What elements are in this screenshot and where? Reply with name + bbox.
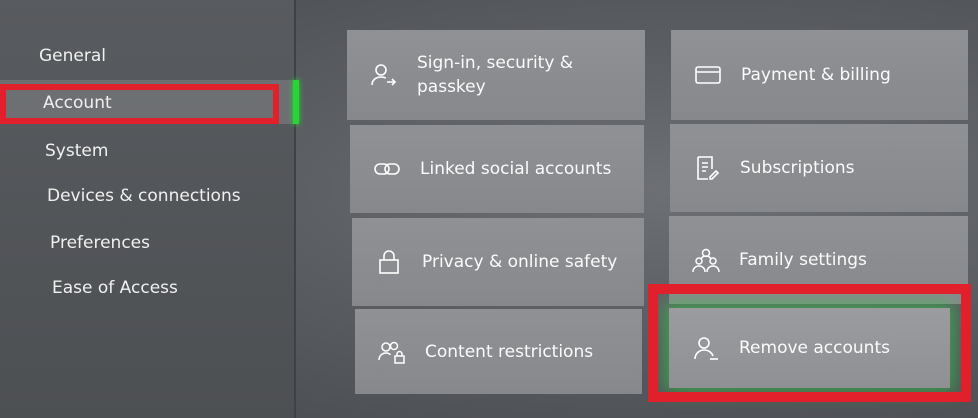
family-icon: [691, 245, 721, 275]
tile-label: Sign-in, security & passkey: [417, 53, 574, 97]
tile-label: Content restrictions: [425, 341, 594, 362]
nav-item-account[interactable]: Account: [43, 93, 112, 113]
people-lock-icon: [377, 337, 407, 367]
tile-privacy-online-safety[interactable]: Privacy & online safety: [352, 218, 644, 306]
lock-icon: [374, 247, 404, 277]
tile-label: Family settings: [739, 250, 867, 270]
focus-indicator: [293, 80, 299, 124]
tile-label: Payment & billing: [741, 65, 891, 85]
link-icon: [372, 154, 402, 184]
tile-content-restrictions[interactable]: Content restrictions: [355, 309, 642, 394]
card-icon: [693, 60, 723, 90]
tile-subscriptions[interactable]: Subscriptions: [670, 124, 968, 212]
person-arrow-icon: [369, 60, 399, 90]
tile-label: Privacy & online safety: [422, 252, 618, 272]
settings-sidebar: General Account System Devices & connect…: [0, 0, 298, 418]
tile-label: Subscriptions: [740, 158, 855, 178]
tile-payment-billing[interactable]: Payment & billing: [671, 30, 968, 120]
nav-item-ease-of-access[interactable]: Ease of Access: [52, 278, 178, 298]
tile-sign-in-security[interactable]: Sign-in, security & passkey: [347, 30, 645, 120]
tile-label: Linked social accounts: [420, 159, 612, 179]
person-minus-icon: [691, 333, 721, 363]
nav-item-devices-connections[interactable]: Devices & connections: [47, 186, 241, 206]
nav-item-system[interactable]: System: [45, 141, 108, 161]
nav-item-general[interactable]: General: [39, 46, 106, 66]
sidebar-divider: [294, 0, 296, 418]
tile-linked-social-accounts[interactable]: Linked social accounts: [350, 125, 644, 213]
tile-label: Remove accounts: [739, 338, 890, 358]
tile-remove-accounts[interactable]: Remove accounts: [669, 308, 950, 388]
document-edit-icon: [692, 153, 722, 183]
tile-family-settings[interactable]: Family settings: [669, 216, 968, 304]
nav-item-preferences[interactable]: Preferences: [50, 233, 150, 253]
